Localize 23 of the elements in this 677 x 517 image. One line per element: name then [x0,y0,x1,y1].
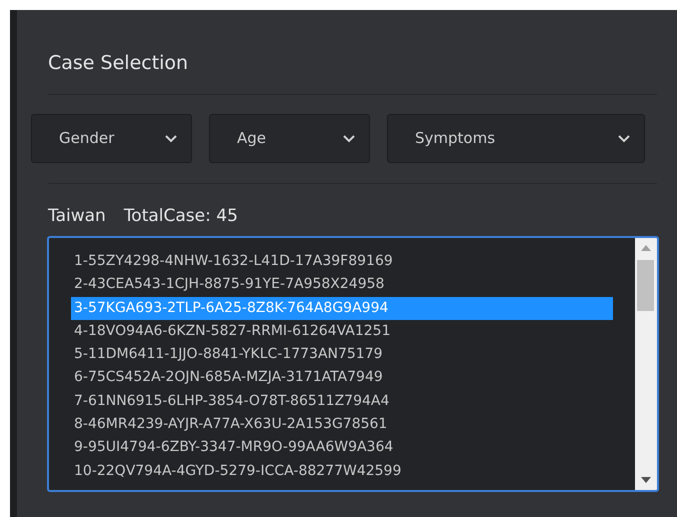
case-item[interactable]: 10-22QV794A-4GYD-5279-ICCA-88277W42599 [71,460,613,483]
region-label: Taiwan [48,205,106,228]
panel-title: Case Selection [48,51,190,76]
chevron-down-icon [343,134,355,142]
case-list[interactable] [47,236,659,492]
case-item[interactable]: 2-43CEA543-1CJH-8875-91YE-7A958X24958 [71,273,613,297]
case-item[interactable]: 7-61NN6915-6LHP-3854-O78T-86511Z794A4 [71,390,613,414]
filter-dropdown[interactable]: Gender [31,114,192,163]
case-item[interactable]: 4-18VO94A6-6KZN-5827-RRMI-61264VA1251 [71,320,613,344]
case-item[interactable]: 1-55ZY4298-4NHW-1632-L41D-17A39F89169 [71,250,613,274]
case-item[interactable]: 9-95UI4794-6ZBY-3347-MR9O-99AA6W9A364 [71,436,613,460]
filter-dropdown[interactable]: Age [209,114,370,163]
total-case-count: TotalCase: 45 [124,205,238,228]
scrollbar-thumb[interactable] [637,260,654,311]
chevron-down-icon [165,134,177,142]
case-item[interactable]: 5-11DM6411-1JJO-8841-YKLC-1773AN75179 [71,343,613,366]
scrollbar[interactable] [635,238,657,490]
scroll-down-icon[interactable] [641,477,651,483]
scroll-up-icon[interactable] [641,245,651,251]
filter-dropdown[interactable]: Symptoms [387,114,645,163]
case-item[interactable]: 8-46MR4239-AYJR-A77A-X63U-2A153G78561 [71,413,613,436]
case-item[interactable]: 6-75CS452A-2OJN-685A-MZJA-3171ATA7949 [71,366,613,390]
chevron-down-icon [618,134,630,142]
